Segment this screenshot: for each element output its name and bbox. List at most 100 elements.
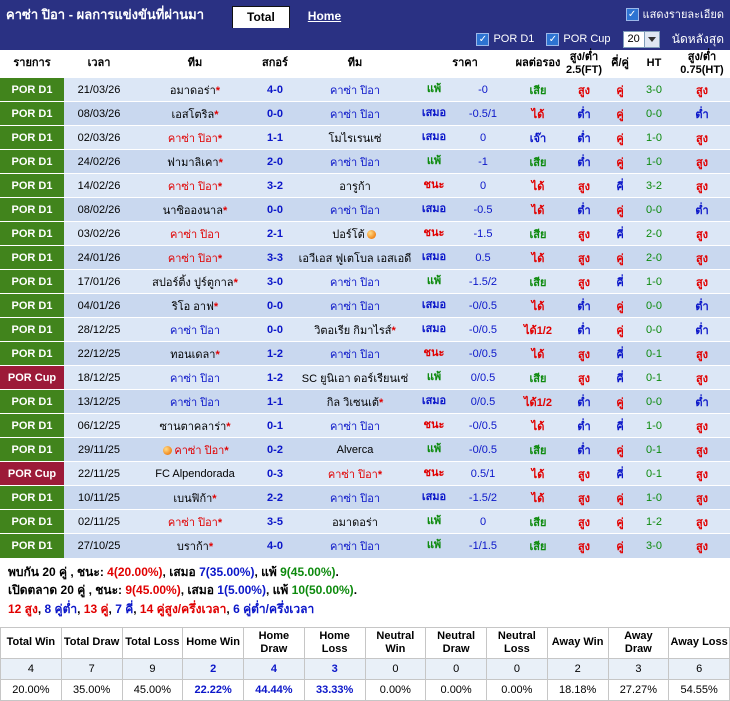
home-team-cell[interactable]: บราก้า* [134, 533, 256, 558]
team-name[interactable]: ปอร์โต้ [332, 229, 365, 241]
team-name[interactable]: คาซ่า ปิอา [174, 445, 224, 457]
home-team-cell[interactable]: เอสโตริล* [134, 101, 256, 126]
team-name[interactable]: บราก้า [177, 541, 209, 553]
home-team-cell[interactable]: คาซ่า ปิอา* [134, 125, 256, 150]
team-name[interactable]: คาซ่า ปิอา [330, 157, 380, 169]
away-team-cell[interactable]: กิล วิเซนเต้* [294, 389, 416, 414]
home-team-cell[interactable]: ซานตาคลาร่า* [134, 413, 256, 438]
team-name[interactable]: คาซ่า ปิอา [168, 133, 218, 145]
team-name[interactable]: นาซิอองนาล [163, 205, 223, 217]
team-name[interactable]: คาซ่า ปิอา [170, 325, 220, 337]
team-name[interactable]: สปอร์ติ้ง ปูร์ตูกาล [152, 277, 233, 289]
home-team-cell[interactable]: คาซ่า ปิอา [134, 317, 256, 342]
away-team-cell[interactable]: คาซ่า ปิอา [294, 197, 416, 222]
away-team-cell[interactable]: คาซ่า ปิอา [294, 413, 416, 438]
team-name[interactable]: คาซ่า ปิอา [330, 493, 380, 505]
away-team-cell[interactable]: เอวีเอส ฟูเตโบล เอสเอดี [294, 245, 416, 270]
score: 4-0 [256, 77, 294, 102]
home-team-cell[interactable]: คาซ่า ปิอา [134, 221, 256, 246]
home-team-cell[interactable]: ฟามาลิเคา* [134, 149, 256, 174]
home-team-cell[interactable]: อมาดอร่า* [134, 77, 256, 102]
away-team-cell[interactable]: ปอร์โต้ [294, 221, 416, 246]
home-team-cell[interactable]: คาซ่า ปิอา* [134, 509, 256, 534]
team-name[interactable]: เอวีเอส ฟูเตโบล เอสเอดี [299, 253, 412, 265]
team-name[interactable]: SC ยูนิเอา ดอร์เรียนเซ่ [302, 373, 408, 385]
handicap-result: ได้ [514, 101, 562, 126]
home-team-cell[interactable]: คาซ่า ปิอา* [134, 437, 256, 462]
filter-checkbox-por-cup[interactable]: ✓ POR Cup [546, 32, 611, 46]
home-team-cell[interactable]: เบนฟิก้า* [134, 485, 256, 510]
team-name[interactable]: คาซ่า ปิอา [330, 205, 380, 217]
away-team-cell[interactable]: คาซ่า ปิอา [294, 269, 416, 294]
away-team-cell[interactable]: คาซ่า ปิอา [294, 533, 416, 558]
ht-score: 0-0 [634, 197, 674, 222]
show-details-checkbox[interactable]: ✓ แสดงรายละเอียด [625, 5, 724, 23]
stats-count: 2 [546, 657, 609, 680]
team-name[interactable]: อารูก้า [339, 181, 371, 193]
team-name[interactable]: อมาดอร่า [332, 517, 378, 529]
team-name[interactable]: Alverca [337, 444, 374, 456]
home-team-cell[interactable]: คาซ่า ปิอา* [134, 173, 256, 198]
summary-section: พบกัน 20 คู่ , ชนะ: 4(20.00%), เสมอ 7(35… [0, 557, 730, 625]
team-name[interactable]: คาซ่า ปิอา [330, 85, 380, 97]
away-team-cell[interactable]: คาซ่า ปิอา [294, 149, 416, 174]
away-team-cell[interactable]: วิตอเรีย กิมาไรส์* [294, 317, 416, 342]
team-name[interactable]: คาซ่า ปิอา [330, 109, 380, 121]
home-team-cell[interactable]: สปอร์ติ้ง ปูร์ตูกาล* [134, 269, 256, 294]
tab-total[interactable]: Total [232, 6, 290, 28]
away-team-cell[interactable]: คาซ่า ปิอา [294, 101, 416, 126]
ht-score: 1-0 [634, 413, 674, 438]
team-name[interactable]: คาซ่า ปิอา [168, 253, 218, 265]
team-name[interactable]: เอสโตริล [171, 109, 214, 121]
team-name[interactable]: คาซ่า ปิอา [330, 277, 380, 289]
team-name[interactable]: โมไรเรนเซ่ [328, 133, 381, 145]
away-team-cell[interactable]: คาซ่า ปิอา [294, 77, 416, 102]
away-team-cell[interactable]: คาซ่า ปิอา [294, 293, 416, 318]
team-name[interactable]: คาซ่า ปิอา [168, 517, 218, 529]
away-team-cell[interactable]: คาซ่า ปิอา [294, 485, 416, 510]
stats-header: Total Draw [60, 626, 123, 659]
team-name[interactable]: FC Alpendorada [155, 468, 235, 480]
home-team-cell[interactable]: คาซ่า ปิอา [134, 389, 256, 414]
away-team-cell[interactable]: อารูก้า [294, 173, 416, 198]
tab-home[interactable]: Home [294, 6, 355, 28]
team-name[interactable]: ทอนเดลา [170, 349, 215, 361]
odd-even: คู่ [606, 509, 634, 534]
team-name[interactable]: คาซ่า ปิอา [330, 421, 380, 433]
stats-percent: 22.22% [182, 678, 244, 701]
team-name[interactable]: วิตอเรีย กิมาไรส์ [314, 325, 391, 337]
team-name[interactable]: คาซ่า ปิอา [330, 349, 380, 361]
team-name[interactable]: คาซ่า ปิอา [170, 397, 220, 409]
filter-checkbox-por-d1[interactable]: ✓ POR D1 [476, 32, 534, 46]
team-name[interactable]: ริโอ อาฟ [172, 301, 214, 313]
team-name[interactable]: ซานตาคลาร่า [159, 421, 226, 433]
team-name[interactable]: กิล วิเซนเต้ [327, 397, 379, 409]
away-team-cell[interactable]: คาซ่า ปิอา [294, 341, 416, 366]
home-team-cell[interactable]: ทอนเดลา* [134, 341, 256, 366]
odds-price: 0/0.5 [452, 365, 514, 390]
odd-even: คู่ [606, 101, 634, 126]
team-name[interactable]: คาซ่า ปิอา [170, 229, 220, 241]
home-team-cell[interactable]: FC Alpendorada [134, 461, 256, 486]
score: 3-5 [256, 509, 294, 534]
team-name[interactable]: คาซ่า ปิอา [330, 541, 380, 553]
team-name[interactable]: คาซ่า ปิอา [330, 301, 380, 313]
away-team-cell[interactable]: Alverca [294, 437, 416, 462]
team-name[interactable]: อมาดอร่า [170, 85, 216, 97]
home-team-cell[interactable]: คาซ่า ปิอา [134, 365, 256, 390]
team-name[interactable]: ฟามาลิเคา [167, 157, 218, 169]
away-team-cell[interactable]: คาซ่า ปิอา* [294, 461, 416, 486]
team-name[interactable]: เบนฟิก้า [173, 493, 212, 505]
over-under-summary: 12 สูง, 8 คู่ต่ำ, 13 คู่, 7 คี่, 14 คู่ส… [8, 600, 722, 619]
home-team-cell[interactable]: คาซ่า ปิอา* [134, 245, 256, 270]
home-team-cell[interactable]: ริโอ อาฟ* [134, 293, 256, 318]
home-team-cell[interactable]: นาซิอองนาล* [134, 197, 256, 222]
away-team-cell[interactable]: อมาดอร่า [294, 509, 416, 534]
match-count-dropdown[interactable]: 20 [622, 30, 660, 48]
team-name[interactable]: คาซ่า ปิอา [170, 373, 220, 385]
team-name[interactable]: คาซ่า ปิอา [328, 469, 378, 481]
away-team-cell[interactable]: SC ยูนิเอา ดอร์เรียนเซ่ [294, 365, 416, 390]
team-name[interactable]: คาซ่า ปิอา [168, 181, 218, 193]
away-team-cell[interactable]: โมไรเรนเซ่ [294, 125, 416, 150]
league-badge: POR D1 [0, 485, 64, 510]
